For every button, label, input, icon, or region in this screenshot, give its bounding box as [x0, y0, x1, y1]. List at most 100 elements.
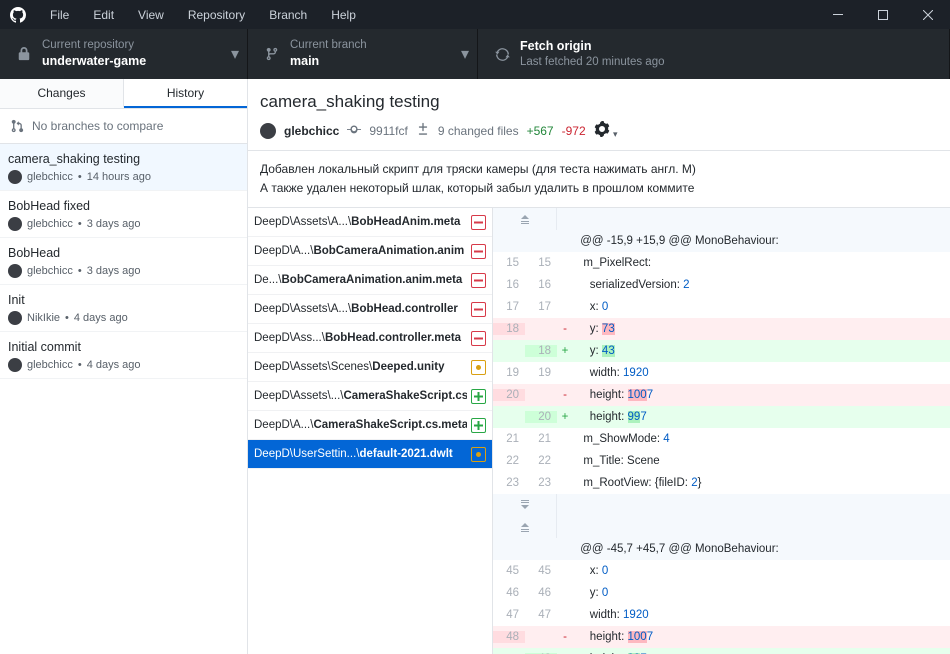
- commit-item-author: glebchicc: [27, 265, 73, 277]
- commit-list-item[interactable]: BobHead glebchicc • 3 days ago: [0, 238, 247, 285]
- diff-icon: [416, 122, 430, 139]
- code-text: width: 1920: [573, 609, 950, 621]
- commit-item-author: glebchicc: [27, 359, 73, 371]
- diff-line: 2222 m_Title: Scene: [493, 450, 950, 472]
- code-text: x: 0: [573, 565, 950, 577]
- line-new: 17: [525, 301, 557, 313]
- sidebar: Changes History No branches to compare c…: [0, 79, 248, 654]
- avatar: [8, 358, 22, 372]
- diff-line: 4747 width: 1920: [493, 604, 950, 626]
- commit-description: Добавлен локальный скрипт для тряски кам…: [248, 151, 950, 208]
- changed-file-item[interactable]: DeepD\Assets\...\CameraShakeScript.cs: [248, 382, 492, 411]
- commit-list-item[interactable]: Initial commit glebchicc • 4 days ago: [0, 332, 247, 379]
- commit-list-item[interactable]: Init NikIkie • 4 days ago: [0, 285, 247, 332]
- hunk-text: @@ -45,7 +45,7 @@ MonoBehaviour:: [573, 543, 950, 555]
- menu-help[interactable]: Help: [319, 0, 368, 29]
- line-old: 16: [493, 279, 525, 291]
- workspace: Changes History No branches to compare c…: [0, 79, 950, 654]
- diff-area: DeepD\Assets\A...\BobHeadAnim.meta DeepD…: [248, 208, 950, 654]
- changed-file-item[interactable]: DeepD\Assets\A...\BobHeadAnim.meta: [248, 208, 492, 237]
- changed-file-item[interactable]: DeepD\Ass...\BobHead.controller.meta: [248, 324, 492, 353]
- diff-line: 48+ height: 997: [493, 648, 950, 654]
- menu-repository[interactable]: Repository: [176, 0, 257, 29]
- changed-file-item[interactable]: DeepD\A...\CameraShakeScript.cs.meta: [248, 411, 492, 440]
- window-maximize-icon[interactable]: [860, 0, 905, 29]
- commit-item-when: 3 days ago: [87, 218, 141, 230]
- diff-line: 4646 y: 0: [493, 582, 950, 604]
- commit-list-item[interactable]: camera_shaking testing glebchicc • 14 ho…: [0, 144, 247, 191]
- fetch-value: Last fetched 20 minutes ago: [520, 55, 665, 70]
- menu-branch[interactable]: Branch: [257, 0, 319, 29]
- expand-hunk-button[interactable]: [493, 516, 950, 538]
- code-text: m_Title: Scene: [573, 455, 950, 467]
- deletions-count: -972: [562, 124, 586, 138]
- line-new: 20: [525, 411, 557, 423]
- changed-file-item[interactable]: DeepD\Assets\Scenes\Deeped.unity: [248, 353, 492, 382]
- file-path: DeepD\A...\BobCameraAnimation.anim: [254, 245, 467, 257]
- menu-edit[interactable]: Edit: [81, 0, 126, 29]
- sync-icon: [492, 47, 512, 62]
- changed-file-item[interactable]: De...\BobCameraAnimation.anim.meta: [248, 266, 492, 295]
- commit-item-when: 4 days ago: [74, 312, 128, 324]
- avatar: [260, 123, 276, 139]
- code-text: y: 43: [573, 345, 950, 357]
- line-new: 21: [525, 433, 557, 445]
- diff-hunk-header: @@ -15,9 +15,9 @@ MonoBehaviour:: [493, 230, 950, 252]
- menu-file[interactable]: File: [38, 0, 81, 29]
- tab-history[interactable]: History: [124, 79, 247, 108]
- fetch-origin-button[interactable]: Fetch origin Last fetched 20 minutes ago: [478, 29, 950, 79]
- diff-line: 4545 x: 0: [493, 560, 950, 582]
- window-close-icon[interactable]: [905, 0, 950, 29]
- line-new: 45: [525, 565, 557, 577]
- git-commit-icon: [347, 122, 361, 139]
- expand-hunk-button[interactable]: [493, 494, 950, 516]
- commit-author: glebchicc: [284, 124, 339, 138]
- menu-view[interactable]: View: [126, 0, 176, 29]
- commit-title: camera_shaking testing: [260, 92, 938, 112]
- file-path: DeepD\Ass...\BobHead.controller.meta: [254, 332, 467, 344]
- changed-file-item[interactable]: DeepD\Assets\A...\BobHead.controller: [248, 295, 492, 324]
- repo-label: Current repository: [42, 38, 146, 53]
- commit-item-title: BobHead fixed: [8, 199, 239, 213]
- code-text: width: 1920: [573, 367, 950, 379]
- desc-line: Добавлен локальный скрипт для тряски кам…: [260, 160, 938, 179]
- tab-changes[interactable]: Changes: [0, 79, 124, 108]
- line-old: 19: [493, 367, 525, 379]
- file-path: DeepD\Assets\A...\BobHead.controller: [254, 303, 467, 315]
- current-repository-selector[interactable]: Current repository underwater-game ▾: [0, 29, 248, 79]
- line-new: 15: [525, 257, 557, 269]
- commit-item-author: glebchicc: [27, 218, 73, 230]
- file-path: De...\BobCameraAnimation.anim.meta: [254, 274, 467, 286]
- window-minimize-icon[interactable]: [815, 0, 860, 29]
- line-new: 46: [525, 587, 557, 599]
- file-path: DeepD\A...\CameraShakeScript.cs.meta: [254, 419, 467, 431]
- changed-file-item[interactable]: DeepD\UserSettin...\default-2021.dwlt: [248, 440, 492, 469]
- current-branch-selector[interactable]: Current branch main ▾: [248, 29, 478, 79]
- diff-hunk-header: @@ -45,7 +45,7 @@ MonoBehaviour:: [493, 538, 950, 560]
- code-text: height: 1007: [573, 631, 950, 643]
- code-text: x: 0: [573, 301, 950, 313]
- code-text: m_ShowMode: 4: [573, 433, 950, 445]
- line-new: 22: [525, 455, 557, 467]
- line-old: 48: [493, 631, 525, 643]
- line-old: 22: [493, 455, 525, 467]
- commit-header: camera_shaking testing glebchicc 9911fcf…: [248, 79, 950, 151]
- commit-options-button[interactable]: ▾: [594, 121, 618, 140]
- avatar: [8, 311, 22, 325]
- commit-list-item[interactable]: BobHead fixed glebchicc • 3 days ago: [0, 191, 247, 238]
- commit-item-when: 3 days ago: [87, 265, 141, 277]
- code-text: m_RootView: {fileID: 2}: [573, 477, 950, 489]
- fetch-title: Fetch origin: [520, 38, 665, 54]
- file-path: DeepD\Assets\...\CameraShakeScript.cs: [254, 390, 467, 402]
- code-text: serializedVersion: 2: [573, 279, 950, 291]
- changed-file-item[interactable]: DeepD\A...\BobCameraAnimation.anim: [248, 237, 492, 266]
- compare-branch-button[interactable]: No branches to compare: [0, 109, 247, 144]
- commit-item-title: Initial commit: [8, 340, 239, 354]
- avatar: [8, 217, 22, 231]
- toolbar: Current repository underwater-game ▾ Cur…: [0, 29, 950, 79]
- commit-item-title: camera_shaking testing: [8, 152, 239, 166]
- line-old: 23: [493, 477, 525, 489]
- line-old: 47: [493, 609, 525, 621]
- diff-line: 1717 x: 0: [493, 296, 950, 318]
- expand-hunk-button[interactable]: [493, 208, 950, 230]
